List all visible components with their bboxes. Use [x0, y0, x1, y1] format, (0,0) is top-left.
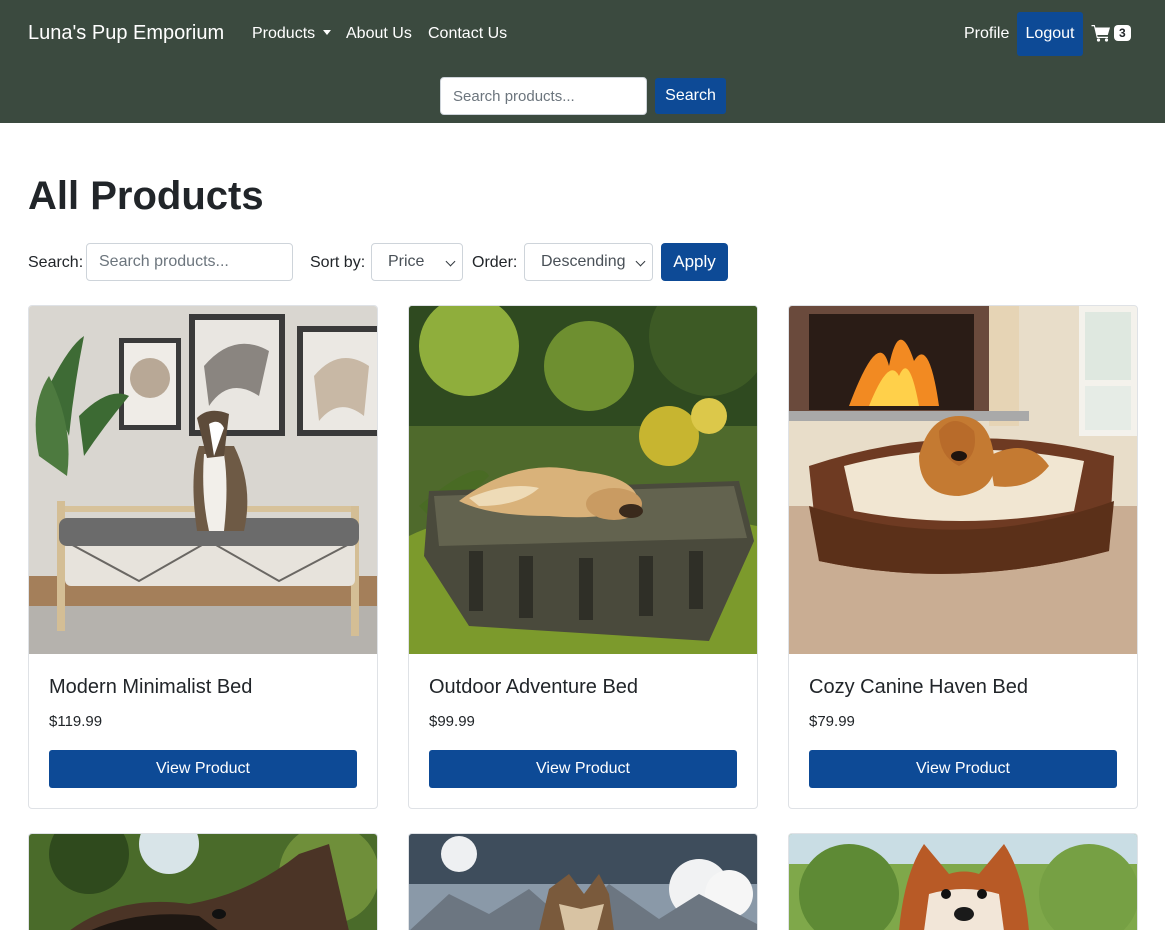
product-card — [408, 833, 758, 930]
product-name[interactable]: Modern Minimalist Bed — [49, 676, 252, 699]
sort-by-select[interactable]: Price — [371, 243, 463, 281]
navbar-search-input[interactable]: Search products... — [440, 77, 647, 115]
product-image[interactable] — [789, 306, 1137, 654]
caret-down-icon — [323, 30, 332, 35]
order-label: Order: — [472, 254, 518, 271]
product-name[interactable]: Cozy Canine Haven Bed — [809, 676, 1028, 699]
nav-products-dropdown[interactable]: Products — [252, 25, 332, 43]
apply-filters-button[interactable]: Apply — [661, 243, 728, 281]
product-image[interactable] — [789, 834, 1137, 930]
product-image[interactable] — [29, 834, 377, 930]
product-image[interactable] — [29, 306, 377, 654]
logout-button[interactable]: Logout — [1017, 12, 1083, 56]
page-title: All Products — [28, 174, 264, 218]
product-card — [788, 833, 1138, 930]
product-card — [28, 833, 378, 930]
top-navbar: Luna's Pup Emporium Products About Us Co… — [0, 0, 1165, 123]
view-product-button[interactable]: View Product — [49, 750, 357, 788]
view-product-button[interactable]: View Product — [809, 750, 1117, 788]
nav-products-label: Products — [252, 25, 316, 42]
brand-logo-text[interactable]: Luna's Pup Emporium — [28, 22, 224, 45]
sort-by-value: Price — [388, 253, 425, 270]
sort-by-label: Sort by: — [310, 254, 366, 271]
product-card: Modern Minimalist Bed $119.99 View Produ… — [28, 305, 378, 809]
product-card: Cozy Canine Haven Bed $79.99 View Produc… — [788, 305, 1138, 809]
product-image[interactable] — [409, 306, 757, 654]
shopping-cart-icon — [1091, 24, 1111, 42]
chevron-down-icon — [445, 256, 456, 267]
nav-contact-link[interactable]: Contact Us — [428, 25, 507, 43]
filter-search-label: Search: — [28, 254, 84, 271]
navbar-search-button[interactable]: Search — [655, 78, 726, 114]
product-card: Outdoor Adventure Bed $99.99 View Produc… — [408, 305, 758, 809]
filter-search-input[interactable]: Search products... — [86, 243, 293, 281]
product-image[interactable] — [409, 834, 757, 930]
nav-about-link[interactable]: About Us — [346, 25, 412, 43]
product-price: $99.99 — [429, 713, 475, 730]
nav-profile-link[interactable]: Profile — [964, 25, 1009, 43]
order-select[interactable]: Descending — [524, 243, 653, 281]
cart-link[interactable]: 3 — [1091, 24, 1131, 42]
product-name[interactable]: Outdoor Adventure Bed — [429, 676, 638, 699]
view-product-button[interactable]: View Product — [429, 750, 737, 788]
cart-count-badge: 3 — [1114, 25, 1131, 41]
order-value: Descending — [541, 253, 626, 270]
product-price: $79.99 — [809, 713, 855, 730]
product-price: $119.99 — [49, 713, 103, 730]
chevron-down-icon — [635, 256, 646, 267]
